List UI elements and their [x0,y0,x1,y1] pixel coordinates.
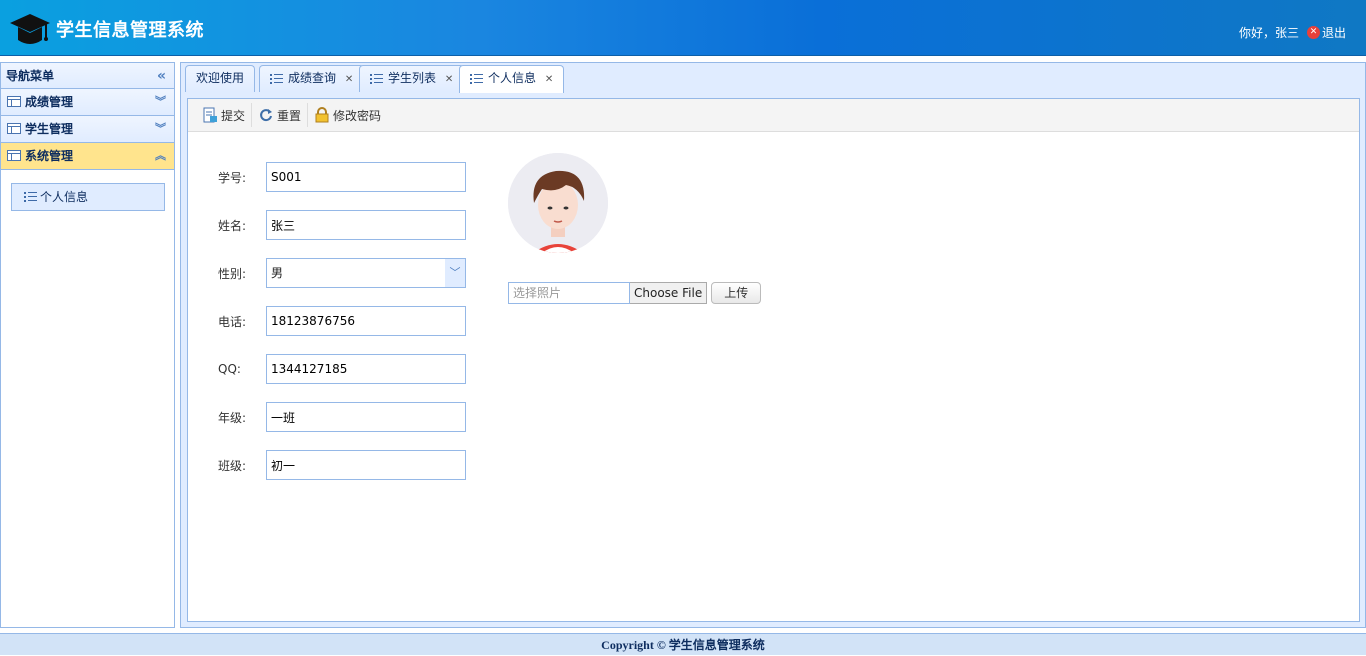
avatar-illustration [508,153,608,253]
tab-student-list[interactable]: 学生列表 ✕ [359,65,465,92]
change-password-button[interactable]: 修改密码 [308,103,387,127]
name-input[interactable] [266,210,466,240]
submit-label: 提交 [221,108,246,123]
expand-icon: ︾ [155,122,166,135]
field-grade: 年级: [218,402,466,432]
reset-label: 重置 [277,108,302,123]
tab-label: 个人信息 [488,71,537,85]
field-label: 班级: [218,458,247,473]
student-id-input[interactable] [266,162,466,192]
close-icon[interactable]: ✕ [545,74,553,85]
close-icon[interactable]: ✕ [345,74,353,85]
field-class: 班级: [218,450,466,480]
refresh-icon [260,109,273,122]
tab-label: 学生列表 [388,71,437,85]
accordion-students[interactable]: 学生管理 ︾ [1,116,174,143]
list-icon [470,74,483,85]
sidebar-title: 导航菜单 « [1,63,174,89]
accordion-label: 系统管理 [25,149,74,163]
field-label: 电话: [218,314,247,329]
accordion-label: 成绩管理 [25,95,74,109]
field-student-id: 学号: [218,162,466,192]
tab-grade-query[interactable]: 成绩查询 ✕ [259,65,365,92]
field-label: QQ: [218,362,241,376]
change-password-label: 修改密码 [333,108,382,123]
class-input[interactable] [266,450,466,480]
field-name: 姓名: [218,210,466,240]
tab-profile[interactable]: 个人信息 ✕ [459,65,565,93]
table-icon [7,96,21,107]
app-header: 学生信息管理系统 你好，张三 ✕ 退出 [0,0,1366,56]
submit-button[interactable]: 提交 [196,103,253,127]
list-icon [370,74,383,85]
avatar [508,153,608,253]
tab-label: 欢迎使用 [196,71,245,85]
accordion-system[interactable]: 系统管理 ︽ [1,143,174,170]
field-label: 年级: [218,410,247,425]
phone-input[interactable] [266,306,466,336]
field-qq: QQ: [218,354,466,384]
qq-input[interactable] [266,354,466,384]
photo-file-input[interactable]: 选择照片 [508,282,630,304]
sidebar-title-label: 导航菜单 [6,69,55,83]
tab-welcome[interactable]: 欢迎使用 [185,65,256,92]
choose-file-button[interactable]: Choose File [630,282,708,304]
table-icon [7,123,21,134]
sidebar-item-profile[interactable]: 个人信息 [11,183,165,211]
field-label: 学号: [218,170,247,185]
field-label: 性别: [218,266,247,281]
upload-button[interactable]: 上传 [711,282,762,304]
chevron-down-icon[interactable]: ﹀ [445,259,465,287]
logout-icon: ✕ [1306,26,1320,39]
user-box: 你好，张三 ✕ 退出 [1239,24,1346,41]
field-gender: 性别: 男 ﹀ [218,258,466,288]
close-icon[interactable]: ✕ [445,74,453,85]
sidebar: 导航菜单 « 成绩管理 ︾ 学生管理 ︾ 系统管理 ︽ 个人信息 [0,62,175,628]
lock-icon [315,107,329,123]
photo-upload-row: 选择照片 Choose File 上传 [508,282,762,304]
profile-panel: 提交 重置 修改密码 学号: 姓名: [187,98,1360,622]
gender-value: 男 [271,266,284,280]
accordion-label: 学生管理 [25,122,74,136]
grade-input[interactable] [266,402,466,432]
gender-select[interactable]: 男 ﹀ [266,258,466,288]
logout-label: 退出 [1321,26,1346,40]
main-panel: 欢迎使用 成绩查询 ✕ 学生列表 ✕ 个人信息 ✕ 提交 重置 修改密码 学号:… [180,62,1366,628]
table-icon [7,150,21,161]
list-icon [270,74,283,85]
accordion-grades[interactable]: 成绩管理 ︾ [1,89,174,116]
tab-bar: 欢迎使用 成绩查询 ✕ 学生列表 ✕ 个人信息 ✕ [181,63,1365,93]
graduation-cap-icon [10,14,50,44]
tab-label: 成绩查询 [288,71,337,85]
expand-icon: ︾ [155,95,166,108]
save-icon [203,107,217,123]
collapse-icon: ︽ [155,149,166,162]
reset-button[interactable]: 重置 [252,103,309,127]
field-label: 姓名: [218,218,247,233]
list-icon [24,192,37,203]
toolbar: 提交 重置 修改密码 [188,99,1359,132]
app-title: 学生信息管理系统 [56,20,204,41]
footer: Copyright © 学生信息管理系统 [0,633,1366,655]
collapse-sidebar-icon[interactable]: « [157,63,166,89]
user-greeting: 你好，张三 [1238,26,1299,40]
field-phone: 电话: [218,306,466,336]
logout-button[interactable]: ✕ 退出 [1306,24,1346,41]
sidebar-item-label: 个人信息 [40,190,89,204]
